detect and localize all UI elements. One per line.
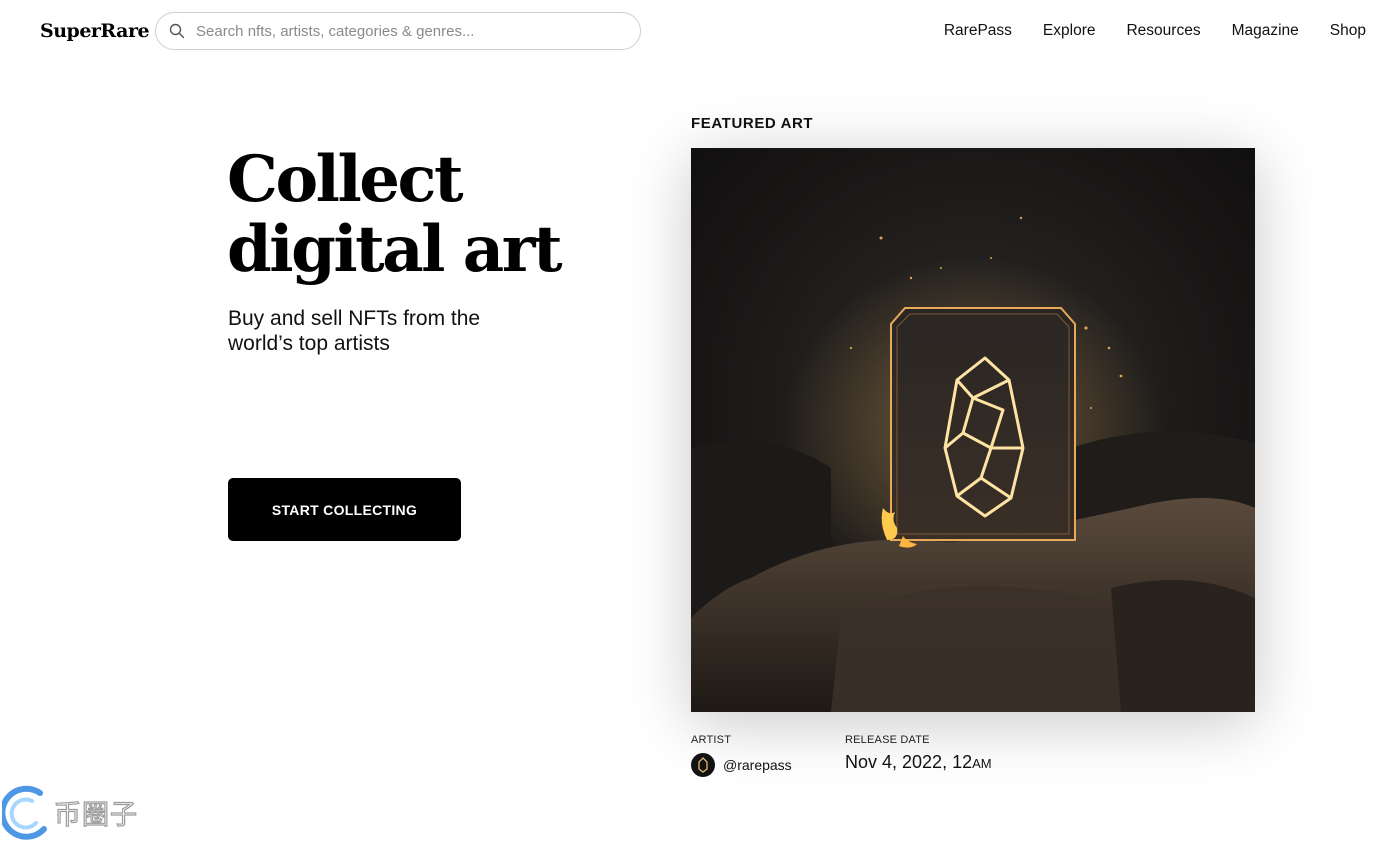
avatar — [691, 753, 715, 777]
featured-artwork-image[interactable] — [691, 148, 1255, 712]
nav-resources[interactable]: Resources — [1126, 22, 1200, 40]
watermark: 币圈子 — [2, 783, 138, 841]
release-date-label: RELEASE DATE — [845, 734, 930, 746]
search-input[interactable] — [194, 21, 618, 41]
search-bar[interactable] — [155, 12, 641, 50]
nav-shop[interactable]: Shop — [1330, 22, 1366, 40]
hero-title: Collect digital art — [227, 142, 563, 287]
nav-rarepass[interactable]: RarePass — [944, 22, 1012, 40]
hero-title-line-1: Collect — [227, 142, 464, 217]
nav-explore[interactable]: Explore — [1043, 22, 1096, 40]
artist-handle: @rarepass — [723, 757, 792, 773]
hero-subtitle: Buy and sell NFTs from the world’s top a… — [228, 307, 481, 355]
nav-magazine[interactable]: Magazine — [1232, 22, 1299, 40]
hero-title-line-2: digital art — [227, 212, 563, 287]
watermark-logo-icon — [2, 785, 47, 840]
watermark-text: 币圈子 — [53, 799, 138, 831]
artist-label: ARTIST — [691, 734, 732, 746]
release-date-value: Nov 4, 2022, 12 — [845, 752, 973, 772]
start-collecting-button[interactable]: START COLLECTING — [228, 478, 461, 541]
search-icon — [168, 22, 186, 40]
top-nav: RarePass Explore Resources Magazine Shop — [944, 22, 1366, 40]
featured-art-label: FEATURED ART — [691, 115, 814, 132]
superrare-logo[interactable]: SuperRare — [40, 20, 150, 42]
release-date: Nov 4, 2022, 12AM — [845, 752, 992, 773]
release-ampm: AM — [972, 756, 992, 771]
artist-link[interactable]: @rarepass — [691, 753, 792, 777]
